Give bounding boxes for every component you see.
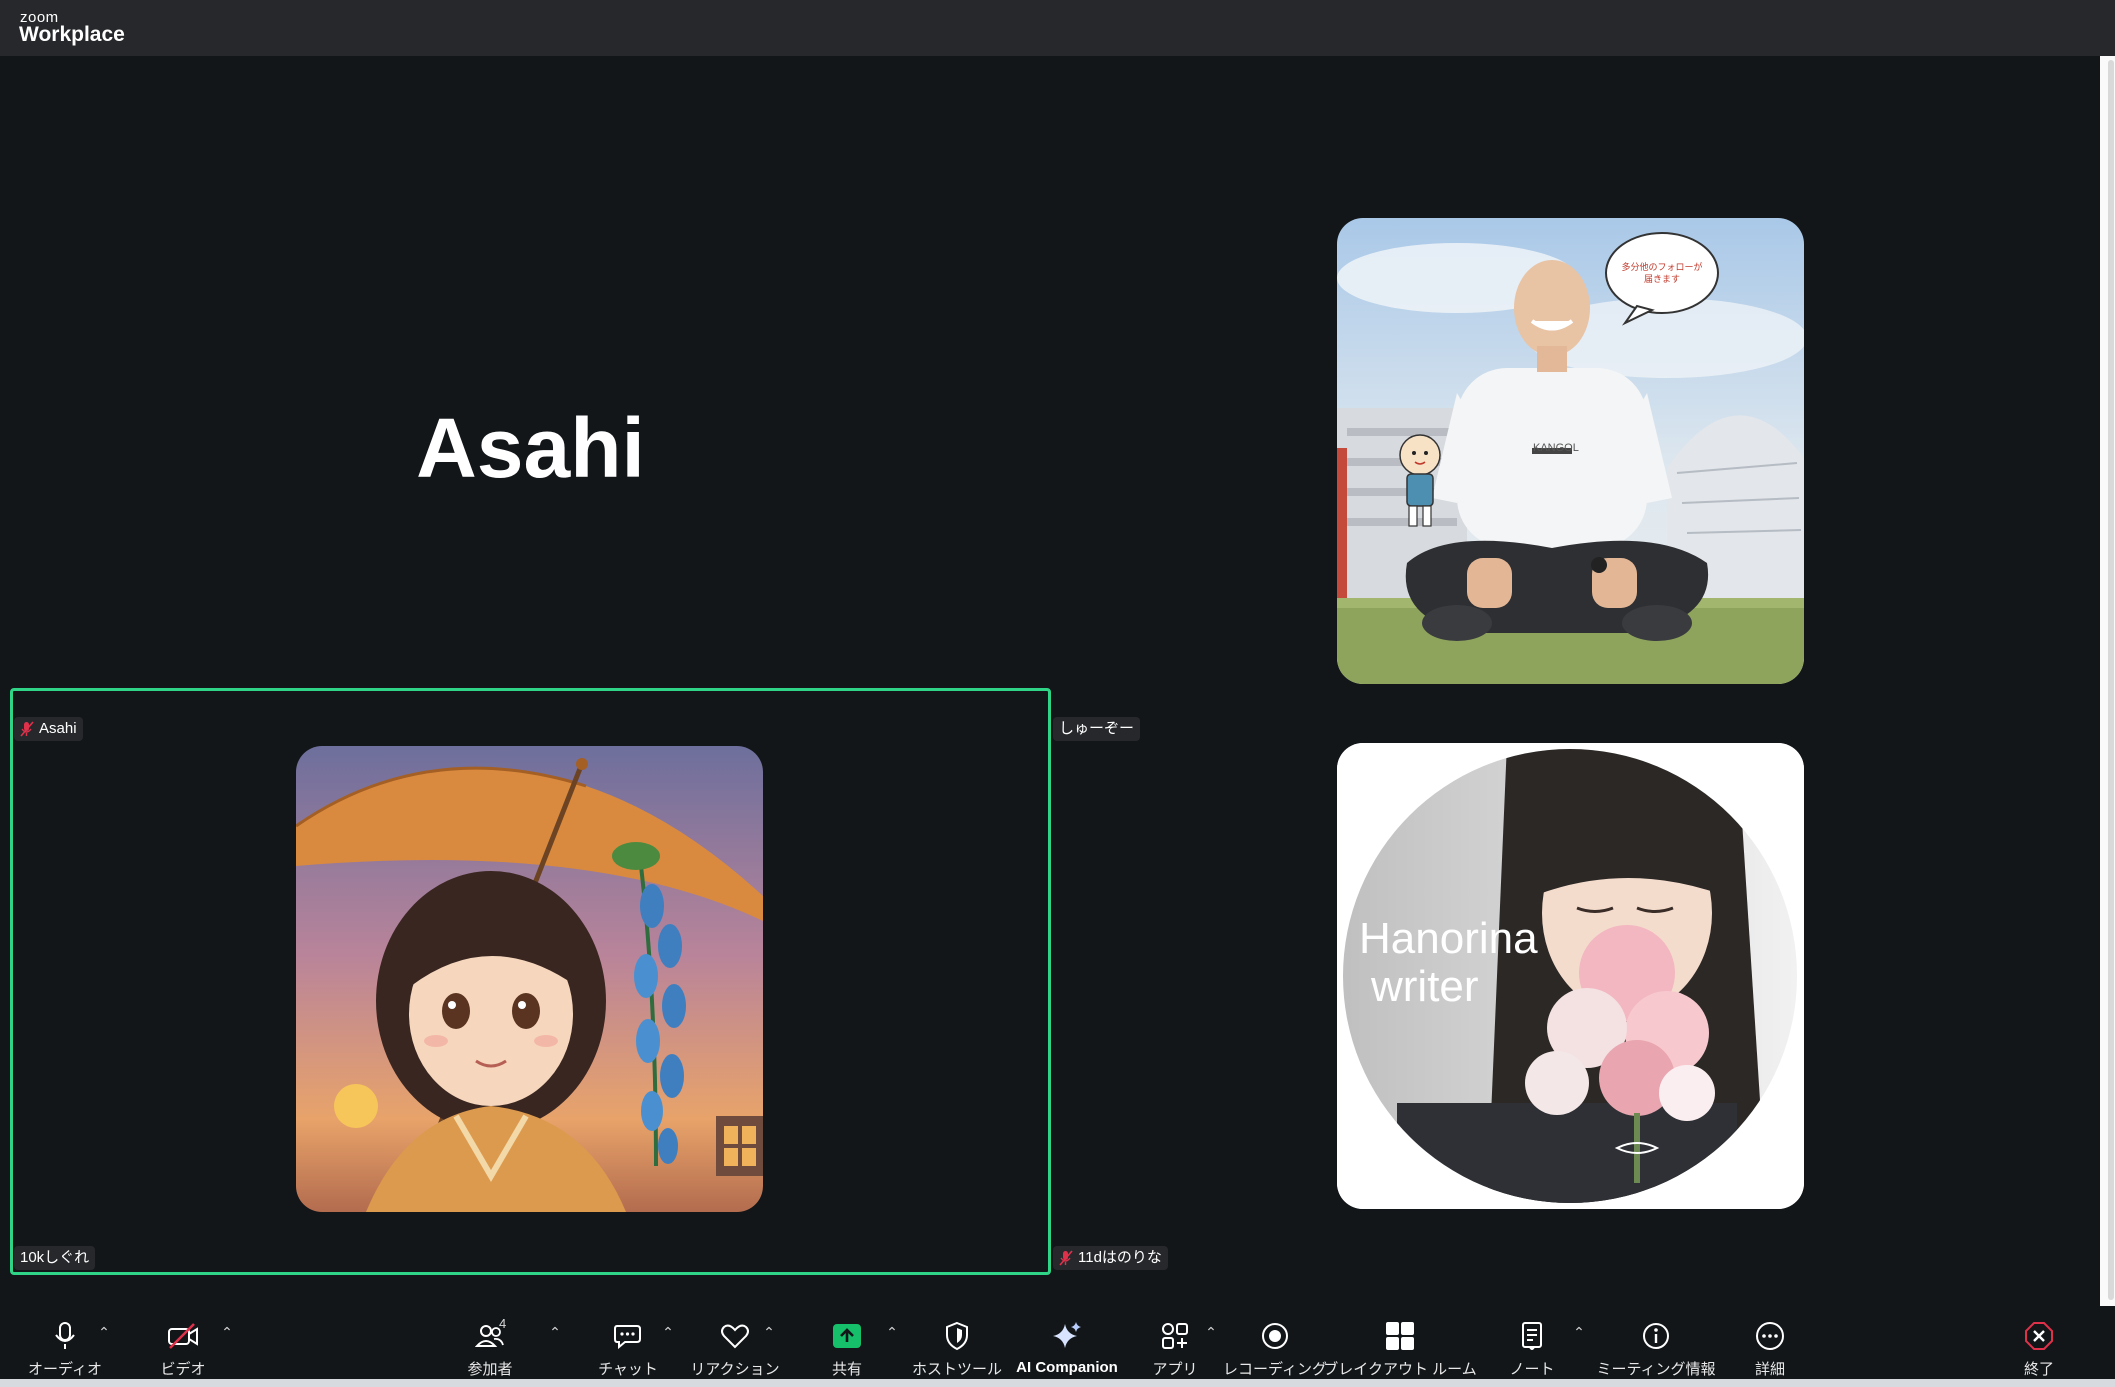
participant-tile-hanorina[interactable]: Hanorina writer — [1054, 688, 2095, 1275]
meeting-info-button[interactable]: ミーティング情報 — [1596, 1306, 1716, 1379]
recording-button[interactable]: レコーディング — [1223, 1306, 1327, 1379]
avatar-text-line2: writer — [1370, 962, 1479, 1011]
svg-text:多分他のフォローが: 多分他のフォローが — [1621, 261, 1702, 273]
participants-button[interactable]: 4 参加者 — [455, 1306, 525, 1379]
participant-display-name: Asahi — [416, 401, 645, 495]
side-panel-scrollbar[interactable] — [2108, 60, 2114, 1300]
participants-options-caret[interactable]: ⌃ — [547, 1324, 563, 1340]
notes-button[interactable]: ノート — [1497, 1306, 1567, 1379]
ai-companion-button[interactable]: AI Companion — [1012, 1306, 1122, 1379]
info-icon — [1636, 1316, 1676, 1355]
more-button[interactable]: 詳細 — [1735, 1306, 1805, 1379]
participant-tile-shigure[interactable] — [10, 688, 1051, 1275]
participant-tile-shuzo[interactable]: KANGOL 多分他のフォローが 届きます — [1054, 110, 2095, 690]
video-label: ビデオ — [160, 1361, 206, 1378]
ai-companion-label: AI Companion — [1016, 1359, 1118, 1376]
end-label: 終了 — [2023, 1361, 2054, 1378]
name-tag-label: 11dはのりな — [1078, 1249, 1162, 1266]
avatar-shuzo: KANGOL 多分他のフォローが 届きます — [1337, 218, 1804, 684]
bottom-strip — [0, 1379, 2115, 1387]
reactions-button[interactable]: リアクション — [690, 1306, 780, 1379]
more-label: 詳細 — [1754, 1361, 1785, 1378]
video-off-icon — [163, 1316, 203, 1355]
zoom-window: zoom Workplace Asahi Asahi KANGOL 多分他のフォ… — [0, 0, 2115, 1387]
shirt-logo-text: KANGOL — [1533, 442, 1579, 454]
record-icon — [1255, 1316, 1295, 1355]
meeting-toolbar: オーディオ ⌃ ビデオ ⌃ 4 参加者 ⌃ チャット ⌃ リアクション ⌃ 共有… — [0, 1306, 2100, 1379]
reactions-label: リアクション — [690, 1361, 780, 1378]
breakout-rooms-button[interactable]: ブレイクアウト ルーム — [1323, 1306, 1477, 1379]
heart-icon — [715, 1316, 755, 1355]
shield-icon — [937, 1316, 977, 1355]
participants-count: 4 — [499, 1316, 507, 1331]
participants-icon: 4 — [470, 1316, 510, 1355]
audio-options-caret[interactable]: ⌃ — [96, 1324, 112, 1340]
svg-text:届きます: 届きます — [1644, 274, 1680, 285]
sparkle-icon — [1047, 1316, 1087, 1356]
microphone-icon — [45, 1316, 85, 1355]
notes-icon — [1512, 1316, 1552, 1355]
participants-label: 参加者 — [467, 1361, 513, 1378]
audio-label: オーディオ — [28, 1361, 102, 1378]
apps-button[interactable]: アプリ — [1140, 1306, 1210, 1379]
name-tag-shigure: 10kしぐれ — [14, 1246, 96, 1270]
host-tools-label: ホストツール — [912, 1361, 1003, 1378]
share-screen-icon — [827, 1316, 867, 1355]
end-icon — [2019, 1316, 2059, 1355]
brand-workplace-label: Workplace — [19, 23, 125, 46]
chat-options-caret[interactable]: ⌃ — [660, 1324, 676, 1340]
avatar-shigure — [296, 746, 763, 1212]
muted-mic-icon — [1059, 1250, 1073, 1266]
breakout-rooms-icon — [1380, 1316, 1420, 1355]
name-tag-label: 10kしぐれ — [20, 1249, 90, 1266]
share-label: 共有 — [831, 1361, 862, 1378]
audio-button[interactable]: オーディオ — [28, 1306, 102, 1379]
chat-icon — [608, 1316, 648, 1355]
ellipsis-icon — [1750, 1316, 1790, 1355]
notes-options-caret[interactable]: ⌃ — [1571, 1324, 1587, 1340]
video-grid: Asahi Asahi KANGOL 多分他のフォローが 届きます しゅーぞー … — [0, 56, 2100, 1306]
apps-icon — [1155, 1316, 1195, 1355]
breakout-rooms-label: ブレイクアウト ルーム — [1323, 1361, 1477, 1378]
meeting-info-label: ミーティング情報 — [1596, 1361, 1716, 1378]
name-tag-hanorina: 11dはのりな — [1053, 1246, 1168, 1270]
chat-button[interactable]: チャット — [593, 1306, 663, 1379]
participant-tile-asahi[interactable]: Asahi — [10, 110, 1051, 690]
title-bar: zoom Workplace — [0, 0, 2115, 56]
avatar-hanorina: Hanorina writer — [1337, 743, 1804, 1209]
chat-label: チャット — [598, 1361, 658, 1378]
notes-label: ノート — [1509, 1361, 1555, 1378]
share-options-caret[interactable]: ⌃ — [884, 1324, 900, 1340]
share-button[interactable]: 共有 — [812, 1306, 882, 1379]
video-options-caret[interactable]: ⌃ — [219, 1324, 235, 1340]
end-meeting-button[interactable]: 終了 — [2004, 1306, 2074, 1379]
recording-label: レコーディング — [1223, 1361, 1327, 1378]
host-tools-button[interactable]: ホストツール — [912, 1306, 1002, 1379]
apps-options-caret[interactable]: ⌃ — [1203, 1324, 1219, 1340]
apps-label: アプリ — [1152, 1361, 1198, 1378]
avatar-text-line1: Hanorina — [1359, 914, 1538, 963]
video-button[interactable]: ビデオ — [148, 1306, 218, 1379]
reactions-options-caret[interactable]: ⌃ — [761, 1324, 777, 1340]
